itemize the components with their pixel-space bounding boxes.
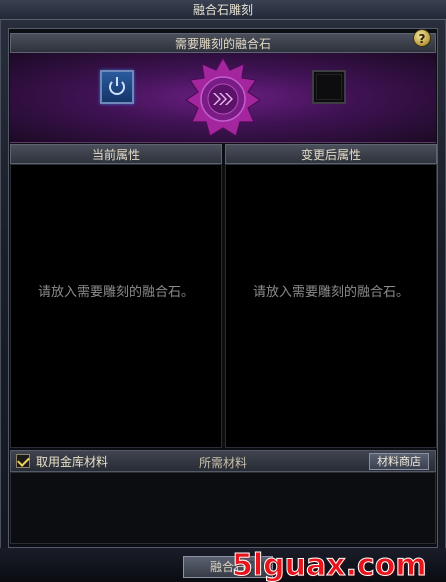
required-materials-area (10, 472, 436, 544)
materials-bar: 取用金库材料 所需材料 材料商店 (10, 450, 436, 472)
material-shop-button[interactable]: 材料商店 (369, 453, 429, 470)
stone-input-slot[interactable] (100, 70, 134, 104)
help-button[interactable]: ? (413, 29, 431, 47)
stone-slot-header: 需要雕刻的融合石 (10, 33, 436, 53)
changed-attr-hint: 请放入需要雕刻的融合石。 (252, 285, 409, 300)
changed-attr-panel: 请放入需要雕刻的融合石。 (225, 164, 437, 448)
use-storage-label[interactable]: 取用金库材料 (36, 453, 108, 470)
engrave-emblem-icon (184, 56, 262, 137)
site-watermark: 5lguax.com (232, 548, 428, 582)
stone-output-slot[interactable] (312, 70, 346, 104)
window-title: 融合石雕刻 (0, 0, 446, 20)
power-icon (109, 77, 125, 95)
current-attr-panel: 请放入需要雕刻的融合石。 (10, 164, 222, 448)
current-attr-header: 当前属性 (10, 144, 222, 164)
use-storage-checkbox[interactable] (16, 454, 30, 468)
changed-attr-header: 变更后属性 (225, 144, 437, 164)
current-attr-hint: 请放入需要雕刻的融合石。 (37, 285, 194, 300)
